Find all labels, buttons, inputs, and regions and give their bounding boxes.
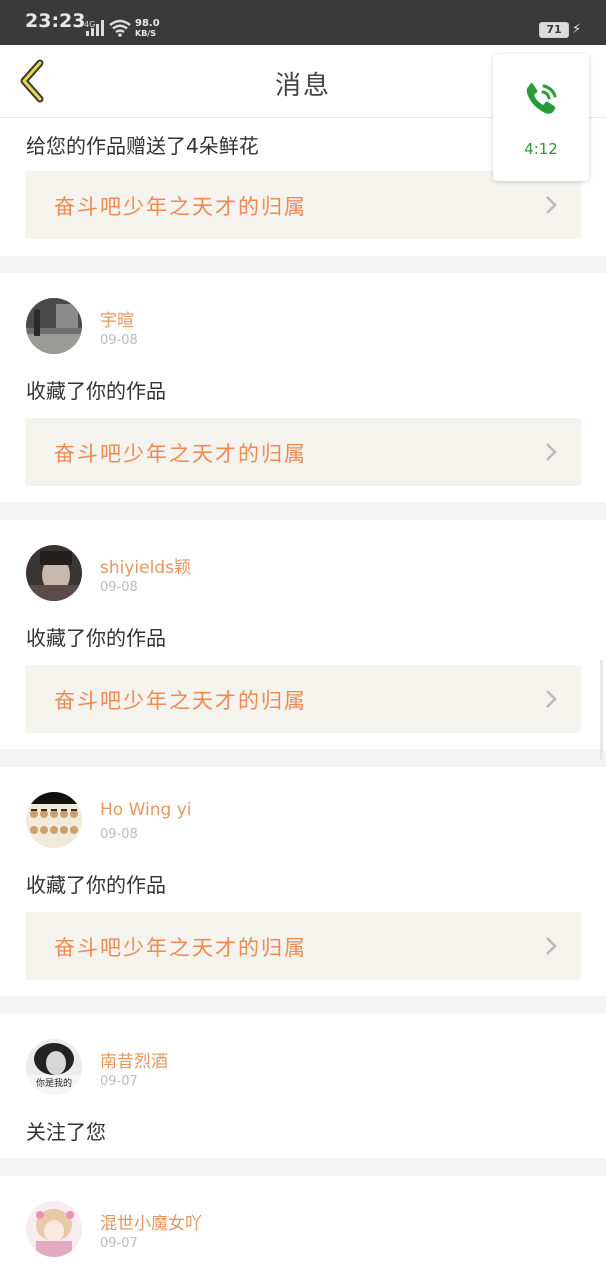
- wifi-icon: [109, 19, 131, 37]
- message-action: 收藏了你的作品: [26, 379, 166, 403]
- chevron-right-icon: [546, 690, 557, 708]
- user-name[interactable]: 宇暄: [100, 306, 134, 331]
- work-title: 奋斗吧少年之天才的归属: [54, 195, 307, 219]
- message-card: 宇暄 09-08 收藏了你的作品 奋斗吧少年之天才的归属: [0, 273, 606, 502]
- message-action: 收藏了你的作品: [26, 626, 166, 650]
- avatar[interactable]: [26, 1201, 82, 1257]
- message-card: 你是我的 南昔烈酒 09-07 关注了您: [0, 1014, 606, 1158]
- charging-icon: ⚡: [572, 22, 582, 37]
- message-action: 给您的作品赠送了4朵鲜花: [26, 134, 259, 158]
- chevron-right-icon: [546, 937, 557, 955]
- message-date: 09-07: [100, 1074, 138, 1089]
- work-link[interactable]: 奋斗吧少年之天才的归属: [25, 665, 581, 733]
- work-title: 奋斗吧少年之天才的归属: [54, 442, 307, 466]
- chevron-right-icon: [546, 443, 557, 461]
- message-date: 09-08: [100, 827, 138, 842]
- work-title: 奋斗吧少年之天才的归属: [54, 689, 307, 713]
- avatar[interactable]: 你是我的: [26, 1039, 82, 1095]
- call-widget[interactable]: 4:12: [493, 54, 589, 181]
- chevron-right-icon: [546, 196, 557, 214]
- message-action: 关注了您: [26, 1120, 106, 1144]
- battery-indicator: 71: [539, 22, 569, 38]
- message-card: shiyields颖 09-08 收藏了你的作品 奋斗吧少年之天才的归属: [0, 520, 606, 749]
- avatar[interactable]: [26, 545, 82, 601]
- phone-call-icon: [526, 83, 557, 114]
- message-date: 09-08: [100, 580, 138, 595]
- user-name[interactable]: 南昔烈酒: [100, 1047, 168, 1072]
- work-link[interactable]: 奋斗吧少年之天才的归属: [25, 912, 581, 980]
- status-time: 23:23: [25, 10, 86, 32]
- svg-text:你是我的: 你是我的: [36, 1077, 72, 1089]
- work-title: 奋斗吧少年之天才的归属: [54, 936, 307, 960]
- user-name[interactable]: 混世小魔女吖: [100, 1209, 202, 1234]
- avatar[interactable]: [26, 298, 82, 354]
- call-duration: 4:12: [524, 140, 558, 158]
- work-link[interactable]: 奋斗吧少年之天才的归属: [25, 418, 581, 486]
- avatar[interactable]: [26, 792, 82, 848]
- message-date: 09-08: [100, 333, 138, 348]
- message-action: 收藏了你的作品: [26, 873, 166, 897]
- status-bar: 23:23 4G 98.0 KB/S 71 ⚡: [0, 0, 606, 45]
- message-card: 混世小魔女吖 09-07: [0, 1176, 606, 1280]
- user-name[interactable]: Ho Wing yi: [100, 800, 192, 820]
- network-type: 4G: [84, 20, 96, 29]
- work-link[interactable]: 奋斗吧少年之天才的归属: [25, 171, 581, 239]
- scrollbar[interactable]: [600, 660, 603, 760]
- network-speed: 98.0 KB/S: [135, 18, 160, 39]
- user-name[interactable]: shiyields颖: [100, 553, 191, 578]
- message-date: 09-07: [100, 1236, 138, 1251]
- message-card: Ho Wing yi 09-08 收藏了你的作品 奋斗吧少年之天才的归属: [0, 767, 606, 996]
